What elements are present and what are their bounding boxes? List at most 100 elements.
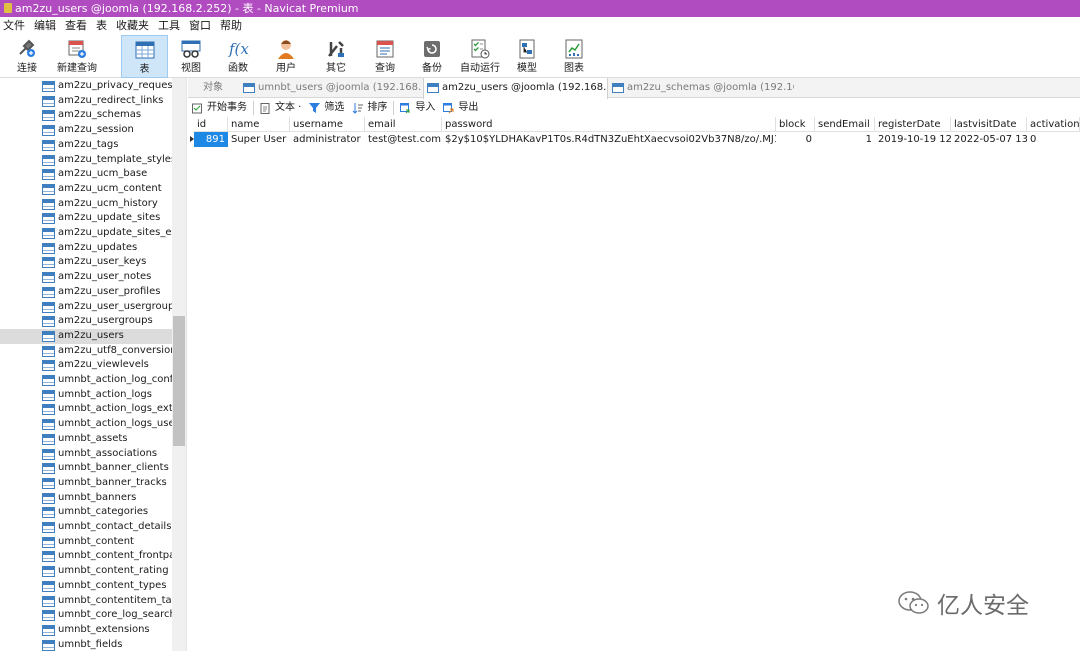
- tab-am2zu-schemas[interactable]: am2zu_schemas @joomla (192.168...: [609, 78, 794, 98]
- cell-lastvisitdate[interactable]: 2022-05-07 13:5: [951, 132, 1027, 147]
- sidebar-item-am2zu-user-profiles[interactable]: am2zu_user_profiles: [0, 285, 172, 300]
- sidebar-item-am2zu-schemas[interactable]: am2zu_schemas: [0, 108, 172, 123]
- cell-email[interactable]: test@test.com: [365, 132, 442, 147]
- sidebar-item-umnbt-extensions[interactable]: umnbt_extensions: [0, 623, 172, 638]
- sidebar-item-am2zu-privacy-requests[interactable]: am2zu_privacy_requests: [0, 79, 172, 94]
- menu-favorites[interactable]: 收藏夹: [115, 17, 157, 35]
- column-header-sendemail[interactable]: sendEmail: [815, 117, 875, 132]
- sidebar-item-umnbt-content[interactable]: umnbt_content: [0, 535, 172, 550]
- sidebar-item-am2zu-ucm-content[interactable]: am2zu_ucm_content: [0, 182, 172, 197]
- app-icon: [4, 3, 12, 13]
- new-query-button[interactable]: 新建查询: [54, 35, 100, 78]
- sidebar-item-umnbt-banner-tracks[interactable]: umnbt_banner_tracks: [0, 476, 172, 491]
- sidebar-item-umnbt-fields[interactable]: umnbt_fields: [0, 638, 172, 651]
- view-button[interactable]: 视图: [170, 35, 212, 78]
- main-toolbar: 连接 新建查询 表 视图 f(x) 函数 用户 其它 查询 备份 自动运行 模型: [0, 35, 1080, 78]
- menu-tools[interactable]: 工具: [157, 17, 188, 35]
- cell-registerdate[interactable]: 2019-10-19 12:4: [875, 132, 951, 147]
- sidebar-item-am2zu-updates[interactable]: am2zu_updates: [0, 241, 172, 256]
- sidebar-item-umnbt-action-logs[interactable]: umnbt_action_logs: [0, 388, 172, 403]
- column-header-lastvisitdate[interactable]: lastvisitDate: [951, 117, 1027, 132]
- menu-edit[interactable]: 编辑: [33, 17, 64, 35]
- sidebar-scrollbar-thumb[interactable]: [173, 316, 185, 446]
- sidebar-item-label: am2zu_update_sites: [58, 212, 161, 224]
- menu-table[interactable]: 表: [95, 17, 115, 35]
- backup-button[interactable]: 备份: [412, 35, 452, 78]
- sidebar-item-umnbt-categories[interactable]: umnbt_categories: [0, 505, 172, 520]
- begin-transaction-button[interactable]: 开始事务: [192, 99, 247, 117]
- sidebar-item-umnbt-action-logs-users[interactable]: umnbt_action_logs_users: [0, 417, 172, 432]
- sidebar-item-umnbt-contact-details[interactable]: umnbt_contact_details: [0, 520, 172, 535]
- column-header-password[interactable]: password: [442, 117, 776, 132]
- sidebar-item-am2zu-utf8-conversion[interactable]: am2zu_utf8_conversion: [0, 344, 172, 359]
- column-header-block[interactable]: block: [776, 117, 815, 132]
- cell-sendemail[interactable]: 1: [815, 132, 875, 147]
- sidebar-item-am2zu-template-styles[interactable]: am2zu_template_styles: [0, 153, 172, 168]
- sidebar-item-am2zu-user-usergroup-m[interactable]: am2zu_user_usergroup_m: [0, 300, 172, 315]
- sidebar-item-umnbt-content-rating[interactable]: umnbt_content_rating: [0, 564, 172, 579]
- sidebar-item-am2zu-tags[interactable]: am2zu_tags: [0, 138, 172, 153]
- sidebar-item-umnbt-contentitem-tag-n[interactable]: umnbt_contentitem_tag_n: [0, 594, 172, 609]
- function-button[interactable]: f(x) 函数: [216, 35, 260, 78]
- user-button[interactable]: 用户: [264, 35, 308, 78]
- sort-button[interactable]: 排序: [352, 99, 387, 117]
- others-button[interactable]: 其它: [314, 35, 358, 78]
- model-button[interactable]: 模型: [506, 35, 548, 78]
- query-button[interactable]: 查询: [363, 35, 407, 78]
- chevron-down-icon[interactable]: ·: [295, 102, 301, 113]
- sidebar-item-am2zu-update-sites[interactable]: am2zu_update_sites: [0, 211, 172, 226]
- column-header-username[interactable]: username: [290, 117, 365, 132]
- sidebar-item-label: am2zu_viewlevels: [58, 359, 149, 371]
- export-button[interactable]: 导出: [443, 99, 478, 117]
- table-button[interactable]: 表: [121, 35, 168, 78]
- sidebar-item-am2zu-usergroups[interactable]: am2zu_usergroups: [0, 314, 172, 329]
- sidebar-item-am2zu-user-keys[interactable]: am2zu_user_keys: [0, 255, 172, 270]
- tab-am2zu-users[interactable]: am2zu_users @joomla (192.168.2.2...: [423, 78, 608, 99]
- menu-help[interactable]: 帮助: [219, 17, 250, 35]
- column-header-email[interactable]: email: [365, 117, 442, 132]
- sidebar-item-am2zu-ucm-history[interactable]: am2zu_ucm_history: [0, 197, 172, 212]
- filter-button[interactable]: 筛选: [309, 99, 344, 117]
- sidebar-item-am2zu-user-notes[interactable]: am2zu_user_notes: [0, 270, 172, 285]
- sidebar-item-umnbt-banner-clients[interactable]: umnbt_banner_clients: [0, 461, 172, 476]
- sidebar-item-am2zu-ucm-base[interactable]: am2zu_ucm_base: [0, 167, 172, 182]
- sidebar-item-am2zu-update-sites-exter[interactable]: am2zu_update_sites_exter: [0, 226, 172, 241]
- tab-objects[interactable]: 对象: [188, 78, 238, 98]
- menu-view[interactable]: 查看: [64, 17, 95, 35]
- cell-password[interactable]: $2y$10$YLDHAKavP1T0s.R4dTN3ZuEhtXaecvsoi…: [442, 132, 776, 147]
- sidebar-item-umnbt-action-log-config[interactable]: umnbt_action_log_config: [0, 373, 172, 388]
- sidebar-item-umnbt-core-log-searches[interactable]: umnbt_core_log_searches: [0, 608, 172, 623]
- menu-window[interactable]: 窗口: [188, 17, 219, 35]
- sidebar-item-umnbt-associations[interactable]: umnbt_associations: [0, 447, 172, 462]
- sidebar-item-label: umnbt_action_log_config: [58, 374, 172, 385]
- connect-button[interactable]: 连接: [8, 35, 46, 78]
- sidebar-item-umnbt-assets[interactable]: umnbt_assets: [0, 432, 172, 447]
- cell-activation[interactable]: 0: [1027, 132, 1080, 147]
- sidebar-item-am2zu-viewlevels[interactable]: am2zu_viewlevels: [0, 358, 172, 373]
- column-header-name[interactable]: name: [228, 117, 290, 132]
- sidebar-item-umnbt-banners[interactable]: umnbt_banners: [0, 491, 172, 506]
- sidebar-item-umnbt-content-frontpage[interactable]: umnbt_content_frontpage: [0, 549, 172, 564]
- import-button[interactable]: 导入: [400, 99, 435, 117]
- tab-umnbt-users[interactable]: umnbt_users @joomla (192.168.2.2...: [240, 78, 421, 98]
- menu-file[interactable]: 文件: [2, 17, 33, 35]
- chart-button[interactable]: 图表: [553, 35, 595, 78]
- cell-username[interactable]: administrator: [290, 132, 365, 147]
- sidebar-item-am2zu-session[interactable]: am2zu_session: [0, 123, 172, 138]
- table-icon: [42, 110, 55, 122]
- sidebar-item-am2zu-users[interactable]: am2zu_users: [0, 328, 172, 344]
- sidebar-item-umnbt-content-types[interactable]: umnbt_content_types: [0, 579, 172, 594]
- cell-name[interactable]: Super User: [228, 132, 290, 147]
- sidebar-item-label: umnbt_content: [58, 535, 134, 547]
- auto-run-button[interactable]: 自动运行: [457, 35, 503, 78]
- sidebar-item-label: am2zu_template_styles: [58, 153, 172, 165]
- text-button[interactable]: 文本 ·: [260, 99, 301, 117]
- column-header-id[interactable]: id: [194, 117, 228, 132]
- column-header-activation[interactable]: activation: [1027, 117, 1080, 132]
- column-header-registerdate[interactable]: registerDate: [875, 117, 951, 132]
- sidebar-item-am2zu-redirect-links[interactable]: am2zu_redirect_links: [0, 94, 172, 109]
- cell-block[interactable]: 0: [776, 132, 815, 147]
- cell-id[interactable]: 891: [194, 132, 228, 147]
- sidebar-item-umnbt-action-logs-extens[interactable]: umnbt_action_logs_extens: [0, 402, 172, 417]
- table-icon: [42, 610, 55, 622]
